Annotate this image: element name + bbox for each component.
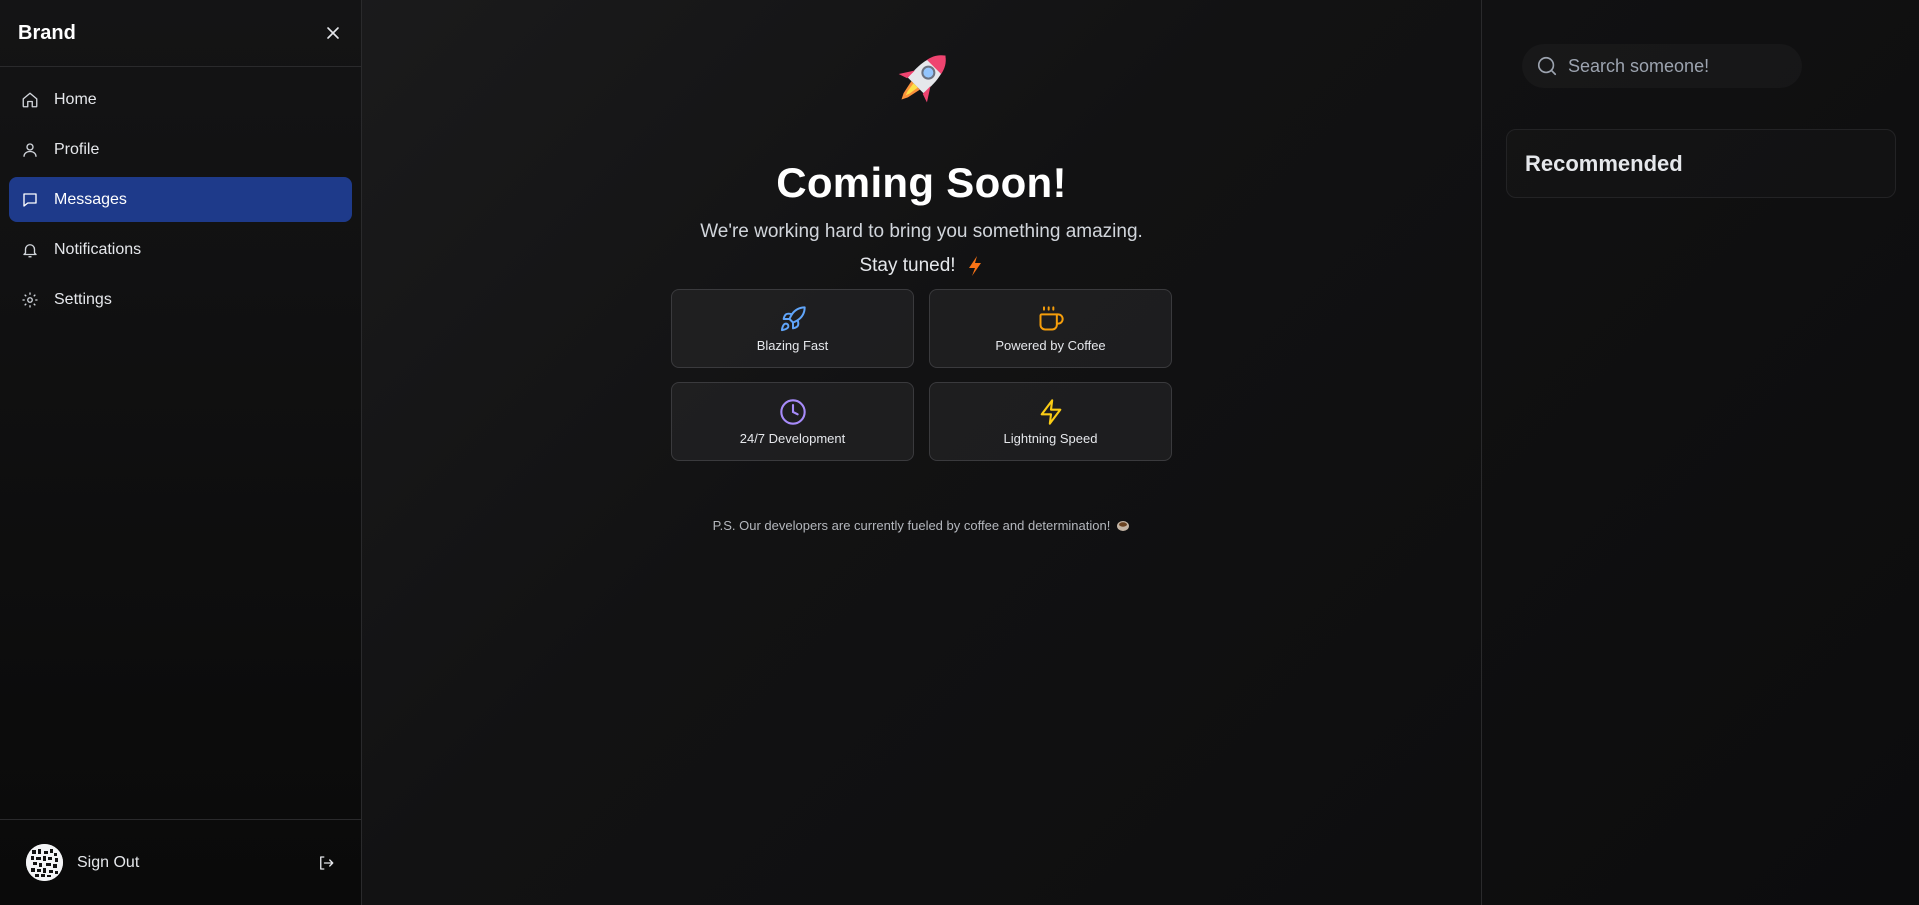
feature-card-development[interactable]: 24/7 Development [671,382,914,461]
message-icon [21,191,39,209]
sidebar-item-messages[interactable]: Messages [9,177,352,222]
feature-label: Blazing Fast [756,337,829,353]
main-content: Coming Soon! We're working hard to bring… [362,0,1481,905]
feature-card-lightning-speed[interactable]: Lightning Speed [929,382,1172,461]
feature-label: Powered by Coffee [995,337,1106,353]
clock-icon [779,398,807,426]
signout-button[interactable] [317,854,335,872]
feature-card-blazing-fast[interactable]: Blazing Fast [671,289,914,368]
brand-logo[interactable]: Brand [18,22,76,45]
recommended-card: Recommended [1506,129,1896,198]
lightning-emoji-icon [968,256,981,276]
ps-note: P.S. Our developers are currently fueled… [713,518,1131,533]
close-icon [327,27,339,39]
stay-tuned: Stay tuned! [859,255,983,277]
sidebar-item-settings[interactable]: Settings [9,277,352,322]
user-icon [21,141,39,159]
coffee-emoji-icon [1117,520,1130,531]
signout-label: Sign Out [77,853,140,871]
search-icon [1537,56,1557,76]
sidebar-item-label: Home [54,90,97,108]
sidebar: Brand Home Profile Messages Notification… [0,0,362,905]
page-subtitle: We're working hard to bring you somethin… [700,221,1143,242]
right-panel: Recommended [1481,0,1919,905]
search-bar[interactable] [1522,44,1802,88]
logout-icon [320,855,334,870]
sidebar-item-profile[interactable]: Profile [9,127,352,172]
page-title: Coming Soon! [776,159,1067,206]
sidebar-item-home[interactable]: Home [9,77,352,122]
ps-text: P.S. Our developers are currently fueled… [712,518,1111,533]
bell-icon [21,241,39,259]
gear-icon [21,291,39,309]
sidebar-item-label: Settings [54,290,112,308]
sidebar-header: Brand [0,0,361,67]
sidebar-nav: Home Profile Messages Notifications Sett… [0,67,361,337]
rocket-icon [779,305,807,333]
feature-card-powered-by-coffee[interactable]: Powered by Coffee [929,289,1172,368]
user-signout[interactable]: Sign Out [26,844,139,881]
close-sidebar-button[interactable] [323,23,343,43]
feature-label: Lightning Speed [1003,430,1098,446]
rocket-emoji-icon [885,42,959,116]
coffee-icon [1037,305,1065,333]
search-input[interactable] [1568,55,1788,77]
recommended-title: Recommended [1525,150,1683,176]
feature-grid: Blazing Fast Powered by Coffee 24/7 Deve… [671,289,1172,461]
sidebar-item-label: Messages [54,190,127,208]
feature-label: 24/7 Development [739,430,846,446]
sidebar-footer: Sign Out [0,819,361,905]
stay-tuned-text: Stay tuned! [859,255,956,276]
sidebar-item-label: Notifications [54,240,142,258]
home-icon [21,91,39,109]
sidebar-item-notifications[interactable]: Notifications [9,227,352,272]
lightning-icon [1037,398,1065,426]
sidebar-item-label: Profile [54,140,100,158]
avatar [26,844,63,881]
